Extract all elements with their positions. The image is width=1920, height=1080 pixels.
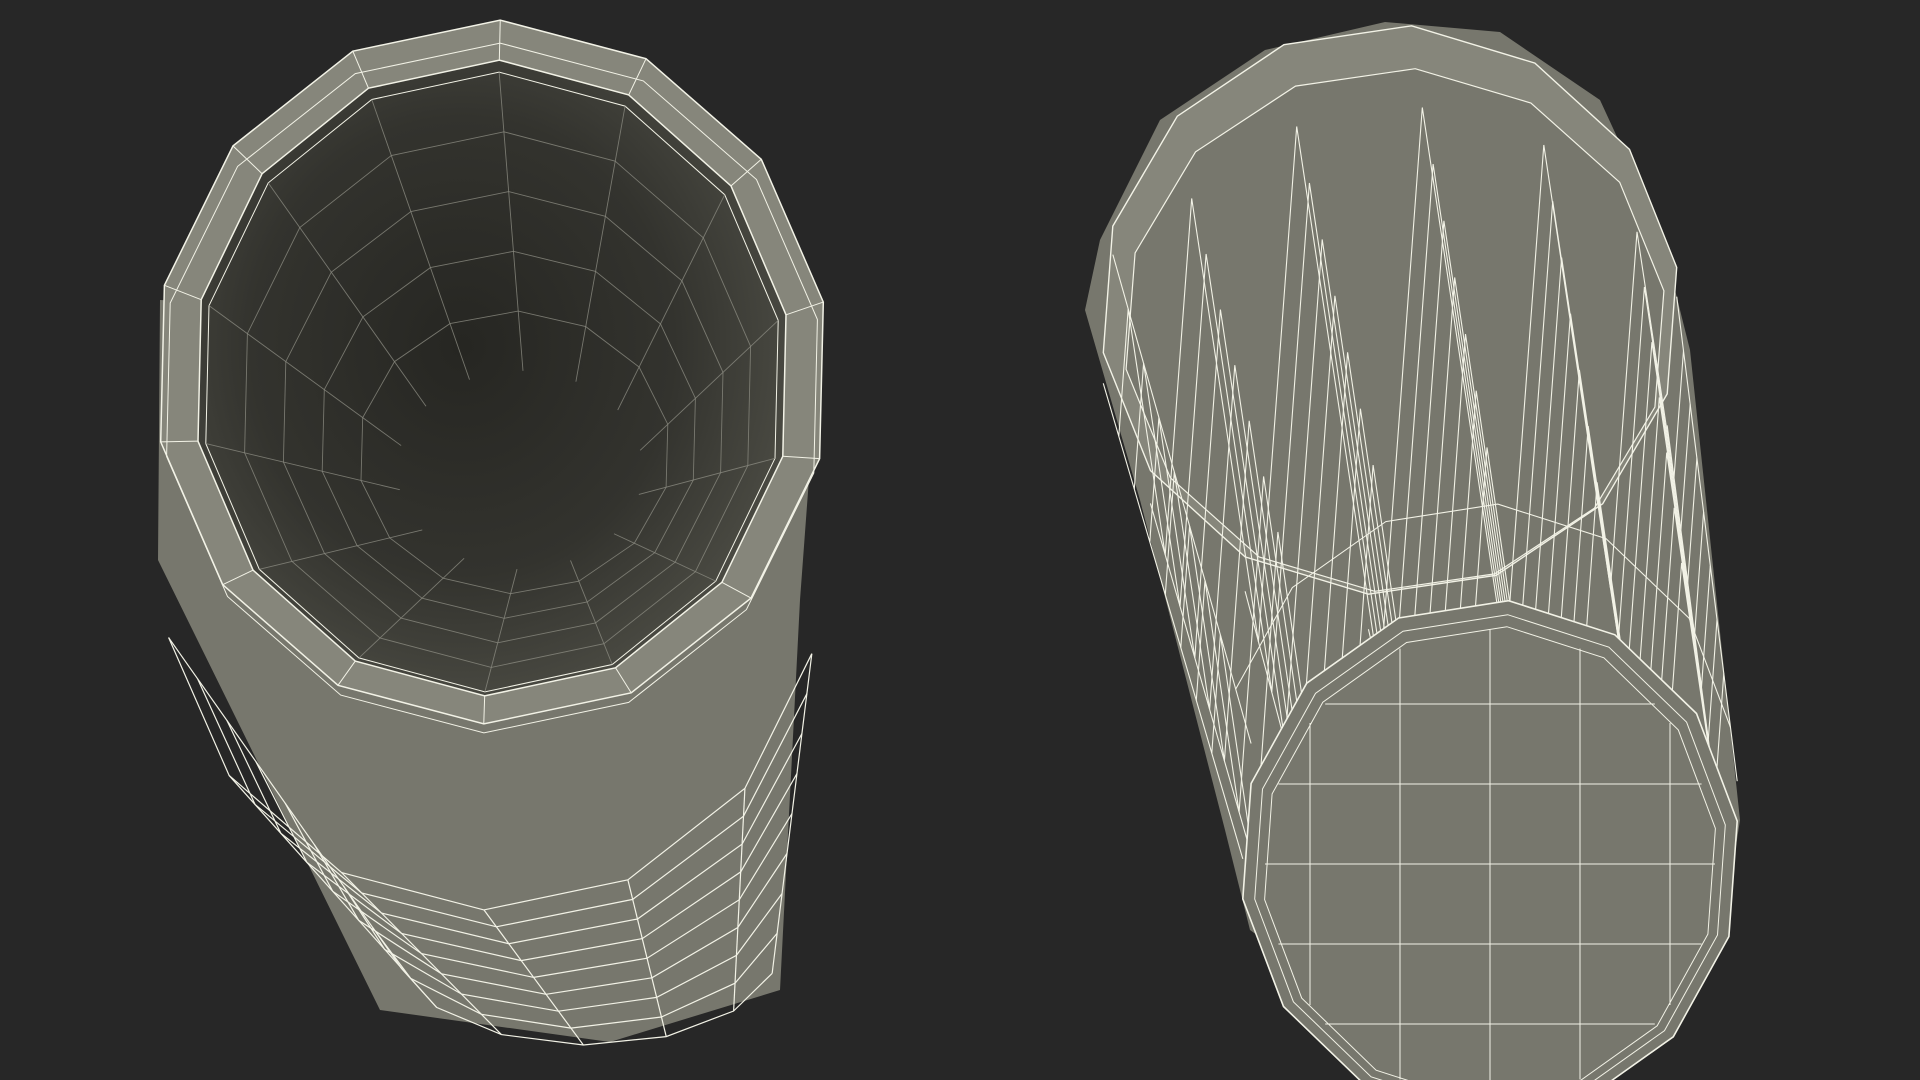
cup-left-interior xyxy=(197,59,787,697)
cup-open-top-view xyxy=(158,19,825,1046)
wireframe-render xyxy=(158,19,1740,1080)
cup-bottom-view xyxy=(1085,22,1740,1080)
3d-viewport[interactable] xyxy=(0,0,1920,1080)
